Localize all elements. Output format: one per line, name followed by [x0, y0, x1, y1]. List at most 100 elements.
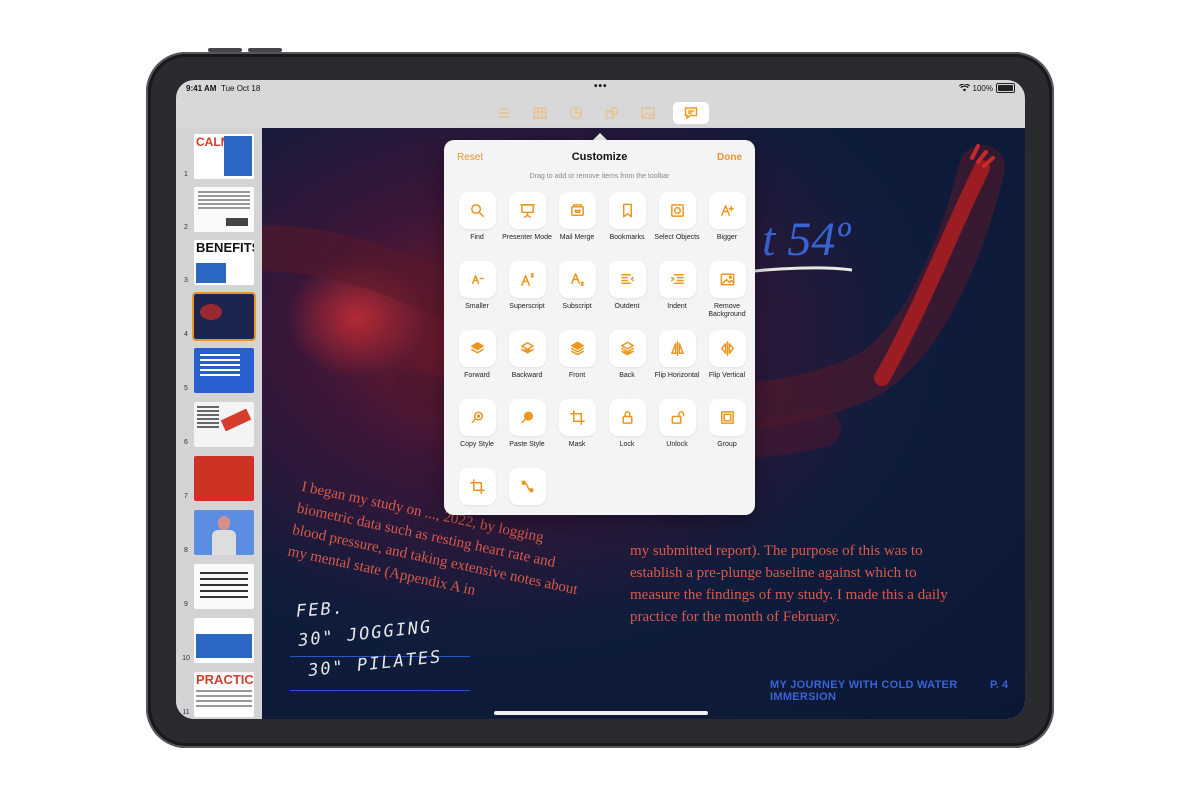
mask-item[interactable]: Mask: [552, 399, 602, 468]
remove-background-item[interactable]: Remove Background: [702, 261, 752, 330]
front-icon[interactable]: [558, 330, 596, 367]
group-icon[interactable]: [708, 399, 746, 436]
superscript-item[interactable]: Superscript: [502, 261, 552, 330]
flip-horizontal-icon[interactable]: [658, 330, 696, 367]
handwriting-underline: [290, 690, 470, 691]
front-item[interactable]: Front: [552, 330, 602, 399]
item-label: Mail Merge: [559, 234, 595, 241]
crop-item[interactable]: [452, 468, 502, 537]
mask-icon[interactable]: [558, 399, 596, 436]
remove-background-icon[interactable]: [708, 261, 746, 298]
lock-item[interactable]: Lock: [602, 399, 652, 468]
flip-horizontal-item[interactable]: Flip Horizontal: [652, 330, 702, 399]
flip-vertical-item[interactable]: Flip Vertical: [702, 330, 752, 399]
subscript-icon[interactable]: [558, 261, 596, 298]
bookmarks-item[interactable]: Bookmarks: [602, 192, 652, 261]
slide-number: 6: [184, 439, 188, 446]
item-label: Backward: [511, 372, 543, 379]
top-button: [208, 48, 242, 52]
done-button[interactable]: Done: [717, 152, 742, 163]
select-objects-item[interactable]: Select Objects: [652, 192, 702, 261]
select-objects-icon[interactable]: [658, 192, 696, 229]
slide-thumb-10[interactable]: [194, 618, 254, 663]
item-label: Smaller: [465, 303, 489, 310]
paste-style-item[interactable]: Paste Style: [502, 399, 552, 468]
slide-thumb-6[interactable]: [194, 402, 254, 447]
forward-item[interactable]: Forward: [452, 330, 502, 399]
item-label: Unlock: [666, 441, 688, 448]
outdent-item[interactable]: Outdent: [602, 261, 652, 330]
forward-icon[interactable]: [458, 330, 496, 367]
flip-vertical-icon[interactable]: [708, 330, 746, 367]
copy-style-item[interactable]: Copy Style: [452, 399, 502, 468]
presenter-mode-item[interactable]: Presenter Mode: [502, 192, 552, 261]
smaller-text-icon[interactable]: [458, 261, 496, 298]
slide-thumb-3[interactable]: BENEFITS: [194, 240, 254, 285]
list-icon[interactable]: [493, 102, 515, 124]
back-item[interactable]: Back: [602, 330, 652, 399]
multitasking-dots[interactable]: •••: [594, 81, 608, 92]
bigger-item[interactable]: Bigger: [702, 192, 752, 261]
slide-thumb-9[interactable]: [194, 564, 254, 609]
unlock-item[interactable]: Unlock: [652, 399, 702, 468]
indent-item[interactable]: Indent: [652, 261, 702, 330]
slide-number: 1: [184, 171, 188, 178]
bigger-text-icon[interactable]: [708, 192, 746, 229]
copy-style-icon[interactable]: [458, 399, 496, 436]
slide-number: 2: [184, 224, 188, 231]
comment-icon[interactable]: [672, 102, 709, 124]
item-label: Forward: [464, 372, 490, 379]
slide-number: 4: [184, 331, 188, 338]
slide-navigator: CALM 1 2 BENEFITS 3 4 5 6 7 8 9 10 PRACT…: [176, 128, 262, 719]
chart-icon[interactable]: [565, 102, 587, 124]
backward-icon[interactable]: [508, 330, 546, 367]
shape-icon[interactable]: [601, 102, 623, 124]
subscript-item[interactable]: Subscript: [552, 261, 602, 330]
item-label: Superscript: [509, 303, 545, 310]
status-date: Tue Oct 18: [221, 84, 261, 93]
find-item[interactable]: Find: [452, 192, 502, 261]
item-label: Front: [568, 372, 586, 379]
slide-thumb-8[interactable]: [194, 510, 254, 555]
slide-thumb-7[interactable]: [194, 456, 254, 501]
top-button-2: [248, 48, 282, 52]
lock-icon[interactable]: [608, 399, 646, 436]
smaller-item[interactable]: Smaller: [452, 261, 502, 330]
paste-style-icon[interactable]: [508, 399, 546, 436]
home-indicator[interactable]: [494, 711, 708, 715]
battery-icon: [996, 83, 1015, 93]
customize-popover: Reset Customize Done Drag to add or remo…: [444, 140, 755, 515]
slide-footer-title: MY JOURNEY WITH COLD WATER IMMERSION: [770, 679, 958, 703]
toolbar-items-grid: Find Presenter Mode Mail Merge Bookmarks…: [452, 192, 752, 537]
mail-merge-item[interactable]: Mail Merge: [552, 192, 602, 261]
backward-item[interactable]: Backward: [502, 330, 552, 399]
slide-number: 7: [184, 493, 188, 500]
table-icon[interactable]: [529, 102, 551, 124]
crop-icon[interactable]: [458, 468, 496, 505]
slide-thumb-title: PRACTICE: [196, 672, 254, 687]
back-icon[interactable]: [608, 330, 646, 367]
slide-thumb-4[interactable]: [192, 292, 256, 341]
item-label: Select Objects: [654, 234, 700, 241]
superscript-icon[interactable]: [508, 261, 546, 298]
outdent-icon[interactable]: [608, 261, 646, 298]
group-item[interactable]: Group: [702, 399, 752, 468]
slide-thumb-11[interactable]: PRACTICE: [194, 672, 254, 717]
path-icon[interactable]: [508, 468, 546, 505]
slide-thumb-2[interactable]: [194, 187, 254, 232]
slide-thumb-1[interactable]: CALM: [194, 134, 254, 179]
path-item[interactable]: [502, 468, 552, 537]
search-icon[interactable]: [458, 192, 496, 229]
indent-icon[interactable]: [658, 261, 696, 298]
bookmark-icon[interactable]: [608, 192, 646, 229]
status-right: 100%: [958, 83, 1015, 93]
slide-thumb-5[interactable]: [194, 348, 254, 393]
item-label: Paste Style: [509, 441, 545, 448]
slide-number: 11: [182, 709, 190, 716]
unlock-icon[interactable]: [658, 399, 696, 436]
mail-merge-icon[interactable]: [558, 192, 596, 229]
media-icon[interactable]: [637, 102, 659, 124]
screen: 9:41 AM Tue Oct 18 ••• 100% CALM 1 2 BEN…: [176, 80, 1025, 719]
presenter-icon[interactable]: [508, 192, 546, 229]
toolbar: [176, 98, 1025, 128]
